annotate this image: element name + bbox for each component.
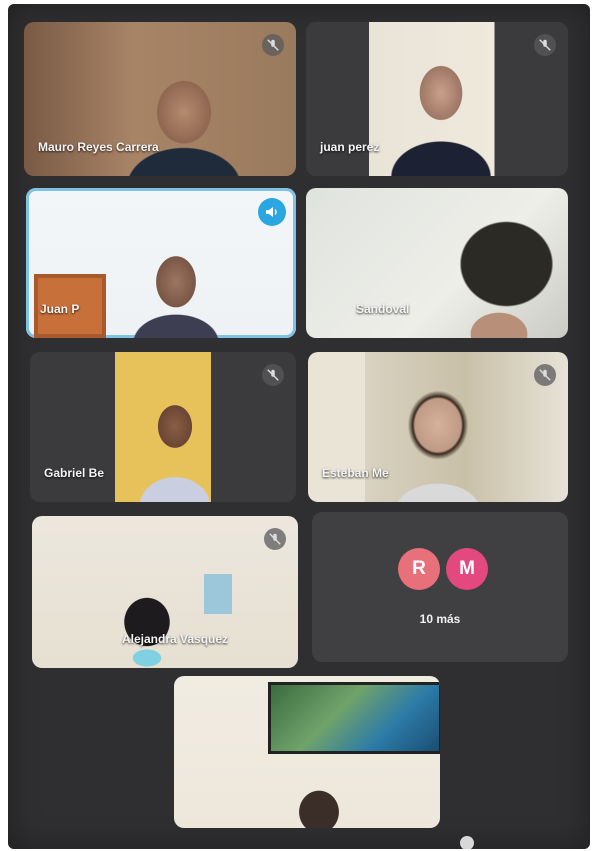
participant-name: Gabriel Be: [44, 466, 105, 480]
tv-screen: [268, 682, 440, 754]
avatar: M: [446, 548, 488, 590]
mic-off-icon: [534, 364, 556, 386]
video-call-window: Mauro Reyes Carrera juan perez Juan P Sa…: [8, 4, 590, 849]
participant-name: Juan P: [40, 302, 80, 316]
participant-tile[interactable]: Esteban Me: [308, 352, 568, 502]
participant-tile-active-speaker[interactable]: Juan P: [26, 188, 296, 338]
mic-off-icon: [264, 528, 286, 550]
participant-tile[interactable]: Alejandra Vasquez: [32, 516, 298, 668]
participant-name: Mauro Reyes Carrera: [38, 140, 159, 154]
more-participants-tile[interactable]: R M 10 más: [312, 512, 568, 662]
participant-video: [274, 776, 364, 828]
participant-tile[interactable]: Mauro Reyes Carrera: [24, 22, 296, 176]
participant-name: Esteban Me: [322, 466, 389, 480]
participant-tile[interactable]: [174, 676, 440, 828]
mic-off-icon: [262, 34, 284, 56]
participant-video: [120, 392, 230, 502]
wall-poster: [204, 574, 232, 614]
participant-video: [424, 208, 568, 338]
participant-name: Alejandra Vasquez: [122, 632, 229, 646]
participant-video: [368, 372, 508, 502]
participant-video: [106, 253, 246, 338]
participant-video: [104, 77, 264, 176]
avatar: R: [398, 548, 440, 590]
more-participants-label: 10 más: [419, 612, 461, 626]
reactions-icon[interactable]: [460, 836, 474, 849]
participant-tile[interactable]: Sandoval: [306, 188, 568, 338]
participant-tile[interactable]: Gabriel Be: [30, 352, 296, 502]
mic-off-icon: [534, 34, 556, 56]
participant-name: juan perez: [320, 140, 380, 154]
speaker-icon: [258, 198, 286, 226]
participant-video: [376, 57, 506, 176]
participant-name: Sandoval: [356, 302, 410, 316]
participant-tile[interactable]: juan perez: [306, 22, 568, 176]
mic-off-icon: [262, 364, 284, 386]
participant-video: [92, 586, 202, 668]
